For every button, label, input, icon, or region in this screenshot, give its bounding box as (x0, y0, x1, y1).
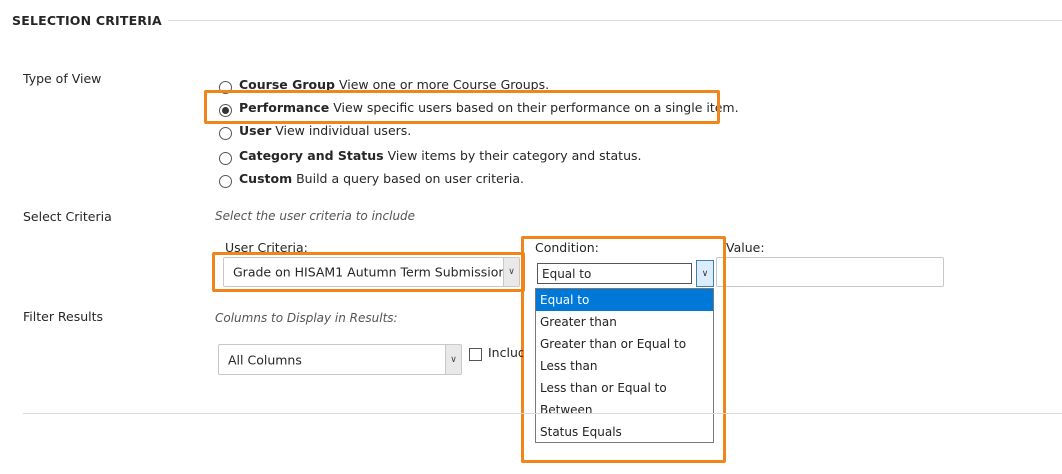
radio-category-and-status[interactable] (219, 151, 232, 165)
select-criteria-label: Select Criteria (23, 209, 112, 224)
radio-custom[interactable] (219, 174, 232, 188)
section-divider (168, 20, 1062, 21)
include-checkbox[interactable] (469, 348, 482, 361)
radio-user[interactable] (219, 126, 232, 140)
bottom-divider (23, 413, 1062, 414)
include-label: Include (488, 345, 523, 360)
option-name: Custom (239, 170, 293, 186)
option-description: View items by their category and status. (387, 147, 642, 163)
columns-select[interactable]: All Columns ∨ (218, 344, 462, 375)
radio-option-custom[interactable]: Custom Build a query based on user crite… (219, 168, 524, 188)
select-criteria-hint: Select the user criteria to include (215, 209, 416, 223)
section-title: SELECTION CRITERIA (12, 13, 162, 28)
columns-value: All Columns (228, 352, 302, 367)
type-of-view-label: Type of View (23, 71, 102, 86)
highlight-user-criteria (212, 252, 525, 292)
columns-display-hint: Columns to Display in Results: (215, 311, 398, 325)
highlight-performance-option (204, 90, 720, 124)
highlight-condition-dropdown (521, 236, 726, 463)
value-input[interactable] (716, 257, 944, 287)
option-description: View individual users. (275, 122, 412, 138)
value-label: Value: (726, 240, 765, 255)
option-name: User (239, 122, 272, 138)
option-name: Category and Status (239, 147, 384, 163)
option-description: Build a query based on user criteria. (296, 170, 524, 186)
radio-option-category-and-status[interactable]: Category and Status View items by their … (219, 145, 641, 165)
filter-results-label: Filter Results (23, 309, 104, 324)
chevron-down-icon[interactable]: ∨ (445, 345, 461, 374)
